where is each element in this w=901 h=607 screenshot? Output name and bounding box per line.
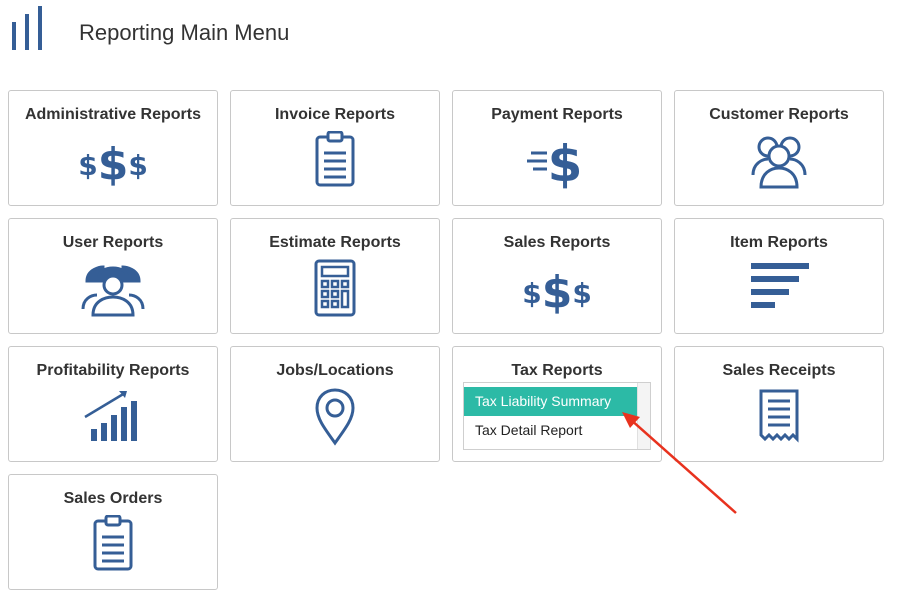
tile-label: Profitability Reports (36, 362, 190, 379)
annotation-arrow-icon (622, 412, 737, 514)
tile-sales-reports[interactable]: Sales Reports $$$ (452, 218, 662, 334)
clipboard-icon (77, 515, 149, 575)
tile-label: Estimate Reports (269, 234, 401, 251)
tile-payment-reports[interactable]: Payment Reports $ (452, 90, 662, 206)
tile-label: Customer Reports (709, 106, 849, 123)
tile-user-reports[interactable]: User Reports (8, 218, 218, 334)
list-lines-icon (743, 259, 815, 319)
calculator-icon (299, 259, 371, 319)
tile-administrative-reports[interactable]: Administrative Reports $$$ (8, 90, 218, 206)
tile-estimate-reports[interactable]: Estimate Reports (230, 218, 440, 334)
people-group-icon (743, 131, 815, 191)
map-pin-icon (299, 387, 371, 447)
receipt-icon (743, 387, 815, 447)
tile-profitability-reports[interactable]: Profitability Reports (8, 346, 218, 462)
tile-label: Item Reports (730, 234, 828, 251)
page-title: Reporting Main Menu (79, 20, 290, 45)
tile-invoice-reports[interactable]: Invoice Reports (230, 90, 440, 206)
tile-label: Sales Orders (63, 490, 163, 507)
clipboard-icon (299, 131, 371, 191)
bar-chart-icon (12, 6, 42, 50)
tile-customer-reports[interactable]: Customer Reports (674, 90, 884, 206)
tile-label: Administrative Reports (24, 106, 202, 123)
dollar-signs-icon: $$$ (521, 259, 593, 319)
tile-label: Tax Reports (511, 362, 603, 379)
fast-dollar-icon: $ (521, 131, 593, 191)
tile-jobs-locations[interactable]: Jobs/Locations (230, 346, 440, 462)
growth-chart-icon (77, 387, 149, 447)
svg-text:$$$: $$$ (78, 139, 148, 190)
reporting-page: Reporting Main Menu Administrative Repor… (0, 0, 901, 607)
tile-label: Sales Reports (503, 234, 611, 251)
tile-item-reports[interactable]: Item Reports (674, 218, 884, 334)
workers-icon (77, 259, 149, 319)
svg-text:$: $ (548, 135, 583, 191)
tile-label: User Reports (62, 234, 164, 251)
dollar-signs-icon: $$$ (77, 131, 149, 191)
tile-label: Payment Reports (491, 106, 623, 123)
tile-label: Invoice Reports (274, 106, 396, 123)
tile-label: Jobs/Locations (276, 362, 394, 379)
tile-label: Sales Receipts (722, 362, 836, 379)
svg-text:$$$: $$$ (522, 267, 592, 318)
tile-sales-orders[interactable]: Sales Orders (8, 474, 218, 590)
